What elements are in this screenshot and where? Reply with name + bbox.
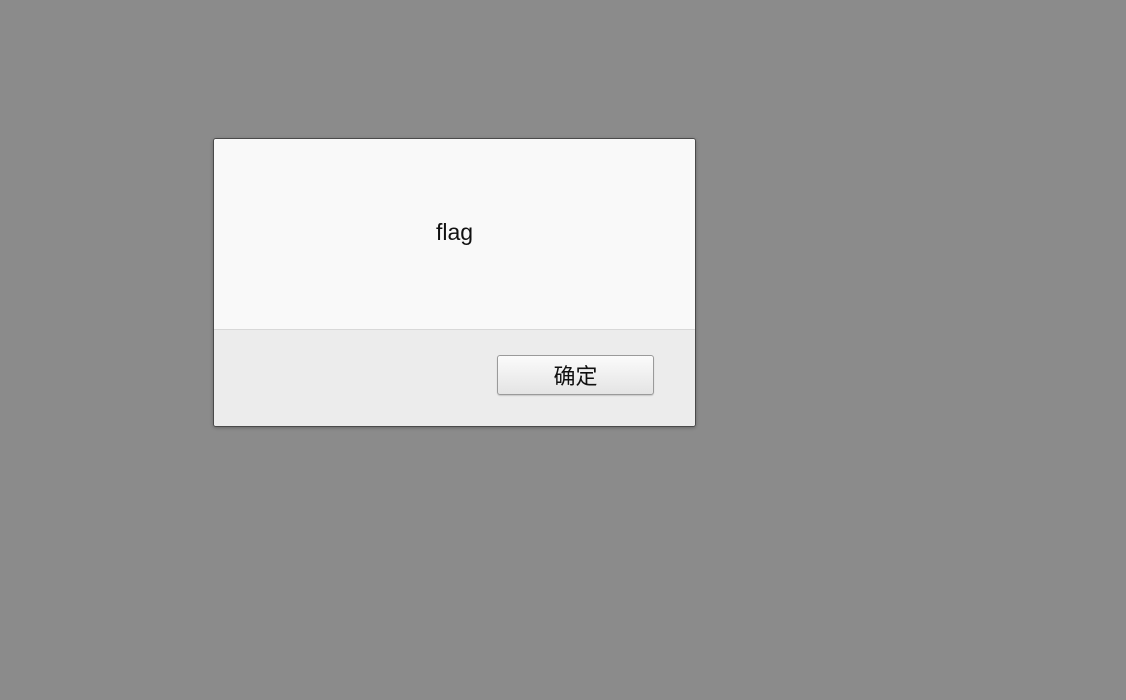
ok-button[interactable]: 确定 bbox=[497, 355, 654, 395]
dialog-body: flag bbox=[214, 139, 695, 330]
dialog-footer: 确定 bbox=[214, 330, 695, 426]
dialog-message: flag bbox=[435, 219, 474, 245]
alert-dialog: flag 确定 bbox=[213, 138, 696, 427]
